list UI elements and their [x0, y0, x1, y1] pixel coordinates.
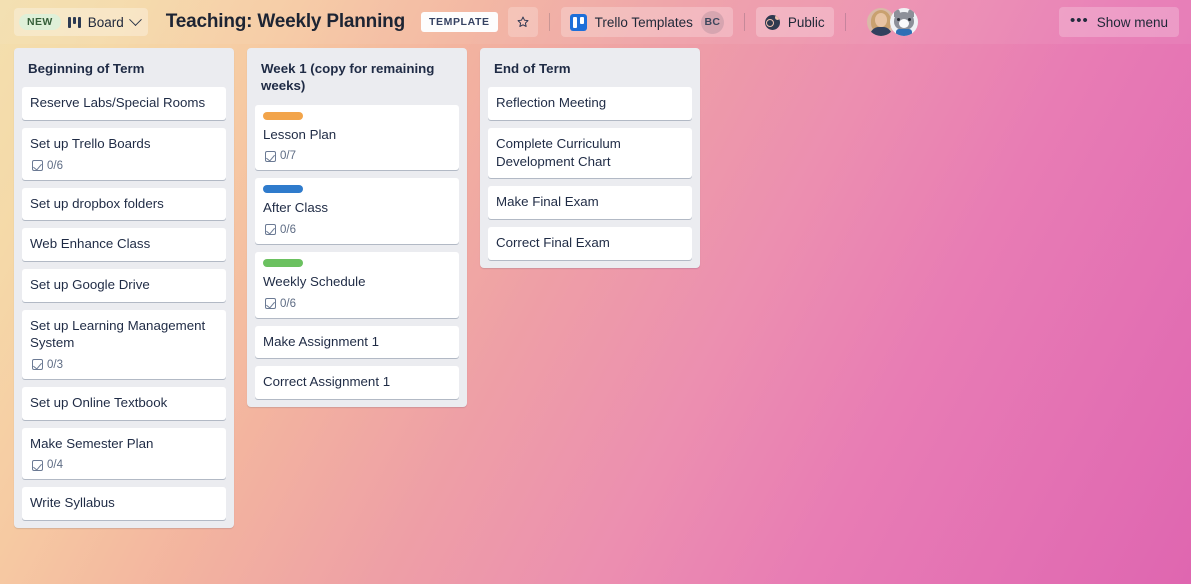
- board-card[interactable]: Set up Learning Management System 0/3: [22, 309, 226, 379]
- checklist-count: 0/4: [47, 459, 63, 472]
- checklist-badge: 0/4: [32, 459, 63, 471]
- list-title[interactable]: Beginning of Term: [22, 56, 226, 87]
- workspace-name: Trello Templates: [594, 14, 693, 30]
- star-button[interactable]: [507, 7, 538, 37]
- card-label-chip[interactable]: [263, 111, 303, 120]
- trello-board-app: NEW Board Teaching: Weekly Planning TEMP…: [0, 0, 1191, 584]
- chevron-down-icon: [128, 12, 142, 26]
- card-title: Reflection Meeting: [496, 95, 607, 111]
- card-badges: 0/6: [263, 224, 451, 236]
- board-card[interactable]: Complete Curriculum Development Chart: [488, 127, 692, 179]
- header-divider: [844, 13, 846, 31]
- board-card[interactable]: Write Syllabus: [22, 487, 226, 520]
- card-badges: 0/6: [30, 160, 218, 172]
- checklist-icon: [32, 459, 43, 471]
- card-title: Write Syllabus: [30, 495, 115, 511]
- checklist-count: 0/6: [47, 159, 63, 172]
- globe-icon: [764, 14, 780, 30]
- board-card[interactable]: Lesson Plan 0/7: [255, 104, 459, 171]
- board-list: End of Term Reflection Meeting Complete Cu…: [480, 48, 700, 268]
- board-card[interactable]: Set up Trello Boards 0/6: [22, 127, 226, 180]
- show-menu-label: Show menu: [1096, 14, 1168, 30]
- card-title: Make Assignment 1: [263, 333, 380, 349]
- list-title[interactable]: Week 1 (copy for remaining weeks): [255, 56, 459, 105]
- board-card[interactable]: Make Final Exam: [488, 186, 692, 219]
- workspace-button[interactable]: Trello Templates BC: [560, 7, 733, 37]
- card-title: Web Enhance Class: [30, 236, 151, 252]
- board-card[interactable]: Make Semester Plan 0/4: [22, 427, 226, 480]
- trello-logo-icon: [569, 13, 587, 31]
- template-badge: TEMPLATE: [420, 11, 498, 33]
- checklist-count: 0/6: [280, 297, 296, 310]
- board-card[interactable]: Reserve Labs/Special Rooms: [22, 87, 226, 120]
- board-view-switcher[interactable]: NEW Board: [14, 8, 148, 36]
- board-card[interactable]: Set up Google Drive: [22, 268, 226, 302]
- card-title: Reserve Labs/Special Rooms: [30, 95, 206, 111]
- visibility-label: Public: [787, 14, 825, 30]
- member-avatar-husky[interactable]: [889, 8, 918, 36]
- board-title[interactable]: Teaching: Weekly Planning: [166, 11, 405, 33]
- card-badges: 0/6: [263, 298, 451, 310]
- checklist-icon: [265, 298, 276, 310]
- checklist-icon: [265, 224, 276, 236]
- workspace-initials-avatar: BC: [700, 10, 724, 34]
- card-title: Complete Curriculum Development Chart: [496, 135, 621, 169]
- card-title: Correct Final Exam: [496, 234, 610, 250]
- checklist-badge: 0/6: [265, 224, 296, 236]
- checklist-icon: [32, 160, 43, 172]
- card-title: Set up Online Textbook: [30, 394, 168, 410]
- checklist-count: 0/3: [47, 358, 63, 371]
- card-badges: 0/4: [30, 459, 218, 471]
- board-card[interactable]: Web Enhance Class: [22, 228, 226, 261]
- card-label-chip[interactable]: [263, 258, 303, 267]
- board-card[interactable]: Correct Final Exam: [488, 226, 692, 260]
- card-label-chip[interactable]: [263, 185, 303, 194]
- board-card[interactable]: Reflection Meeting: [488, 87, 692, 120]
- card-title: Set up Google Drive: [30, 276, 150, 292]
- board-card[interactable]: Correct Assignment 1: [255, 366, 459, 399]
- card-title: Make Semester Plan: [30, 435, 154, 451]
- show-menu-button[interactable]: ••• Show menu: [1058, 7, 1179, 37]
- board-card[interactable]: Weekly Schedule 0/6: [255, 251, 459, 318]
- ellipsis-icon: •••: [1069, 12, 1089, 29]
- checklist-count: 0/7: [280, 150, 296, 163]
- checklist-count: 0/6: [280, 223, 296, 236]
- checklist-badge: 0/6: [265, 298, 296, 310]
- board-view-label: Board: [87, 14, 124, 30]
- checklist-badge: 0/7: [265, 150, 296, 162]
- card-title: Weekly Schedule: [263, 273, 366, 289]
- board-icon: [67, 16, 81, 28]
- board-card[interactable]: Set up dropbox folders: [22, 187, 226, 221]
- board-card[interactable]: After Class 0/6: [255, 178, 459, 244]
- header-divider: [743, 13, 745, 31]
- checklist-badge: 0/3: [32, 359, 63, 371]
- board-list: Week 1 (copy for remaining weeks) Lesson …: [247, 48, 467, 407]
- card-title: Set up Trello Boards: [30, 135, 151, 151]
- star-outline-icon: [517, 16, 529, 27]
- card-badges: 0/7: [263, 150, 451, 162]
- checklist-badge: 0/6: [32, 160, 63, 172]
- card-title: Make Final Exam: [496, 194, 599, 210]
- card-title: Set up dropbox folders: [30, 195, 164, 211]
- list-title[interactable]: End of Term: [488, 56, 692, 87]
- card-title: Correct Assignment 1: [263, 374, 391, 390]
- card-title: Set up Learning Management System: [30, 317, 206, 351]
- header-divider: [548, 13, 550, 31]
- board-header: NEW Board Teaching: Weekly Planning TEMP…: [0, 0, 1191, 44]
- board-canvas: Beginning of Term Reserve Labs/Special Ro…: [0, 44, 1191, 528]
- board-members: [866, 8, 918, 36]
- card-title: Lesson Plan: [263, 126, 337, 142]
- checklist-icon: [32, 359, 43, 371]
- card-badges: 0/3: [30, 359, 218, 371]
- checklist-icon: [265, 150, 276, 162]
- board-card[interactable]: Set up Online Textbook: [22, 386, 226, 420]
- card-title: After Class: [263, 200, 329, 216]
- board-card[interactable]: Make Assignment 1: [255, 325, 459, 359]
- new-badge: NEW: [19, 13, 61, 31]
- board-list: Beginning of Term Reserve Labs/Special Ro…: [14, 48, 234, 528]
- visibility-button[interactable]: Public: [755, 7, 834, 37]
